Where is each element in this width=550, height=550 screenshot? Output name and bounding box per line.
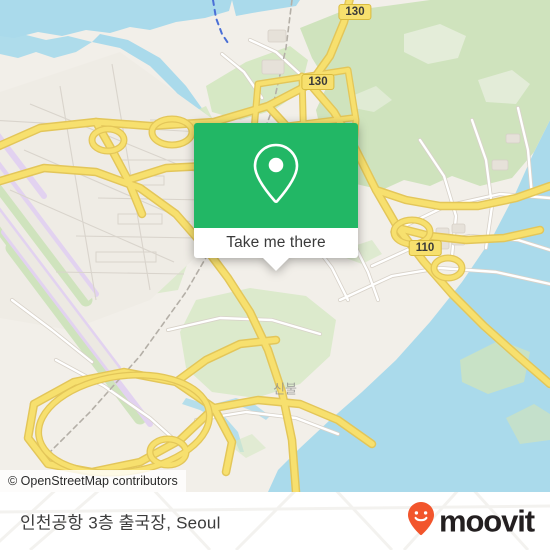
map-canvas[interactable]: 신불 130 130 110 Take me there © OpenStree…	[0, 0, 550, 492]
footer-bar: 인천공항 3층 출국장, Seoul moovit	[0, 492, 550, 550]
popup-action[interactable]: Take me there	[194, 228, 358, 258]
map-pin-icon	[248, 140, 304, 211]
road-shield[interactable]: 130	[338, 4, 372, 20]
map-place-label: 신불	[273, 379, 297, 398]
osm-attribution-text: © OpenStreetMap contributors	[8, 474, 178, 488]
location-title: 인천공항 3층 출국장, Seoul	[20, 513, 221, 533]
road-shield[interactable]: 110	[408, 240, 442, 256]
road-shield[interactable]: 130	[301, 74, 335, 90]
road-shield-label: 130	[308, 76, 328, 88]
place-label-text: 신불	[273, 381, 297, 397]
road-shield-label: 130	[345, 6, 365, 18]
popup-tail	[262, 257, 290, 271]
moovit-logo[interactable]: moovit	[406, 501, 535, 542]
take-me-there-label: Take me there	[226, 234, 326, 251]
destination-popup[interactable]: Take me there	[194, 123, 358, 271]
road-shield-label: 110	[415, 242, 435, 254]
screenshot-root: 신불 130 130 110 Take me there © OpenStree…	[0, 0, 550, 550]
popup-header	[194, 123, 358, 228]
moovit-smiley-pin-icon	[406, 501, 436, 542]
osm-attribution[interactable]: © OpenStreetMap contributors	[0, 470, 186, 492]
moovit-wordmark: moovit	[438, 503, 535, 539]
